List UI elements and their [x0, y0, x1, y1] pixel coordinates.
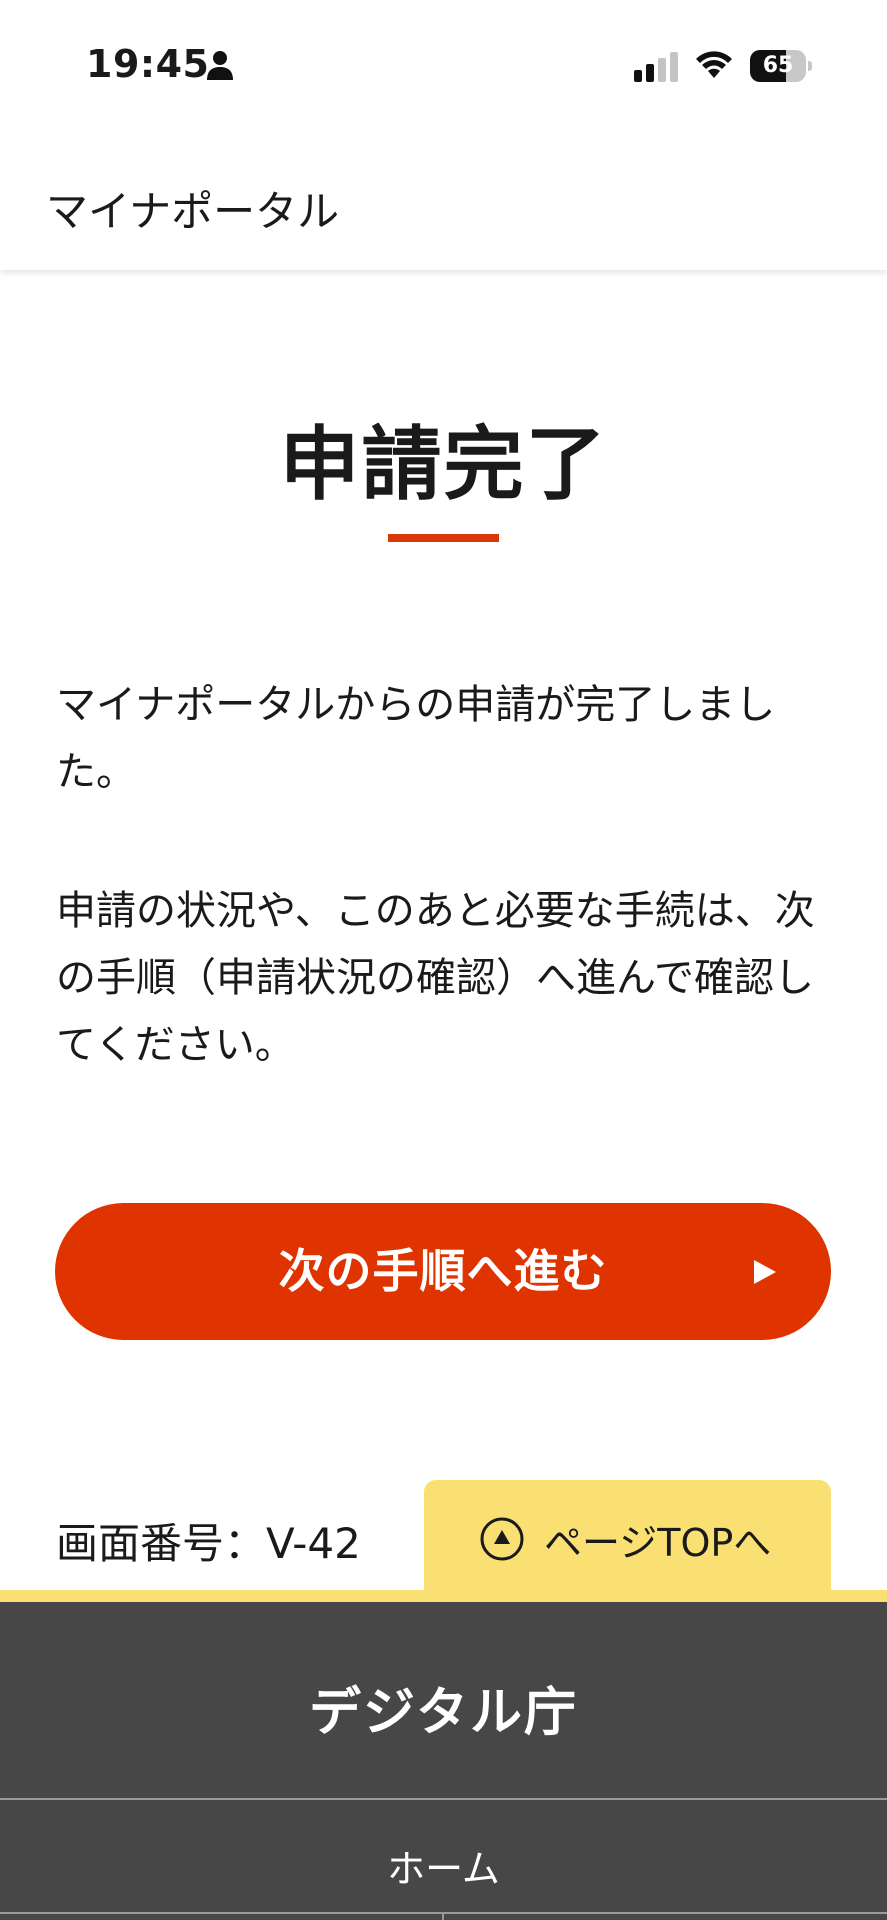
- completion-message: マイナポータルからの申請が完了しました。: [56, 682, 776, 795]
- status-bar: 19:45 65: [0, 0, 887, 130]
- title-underline: [388, 534, 499, 542]
- footer-brand-logo[interactable]: デジタル庁: [0, 1670, 887, 1745]
- page-title: 申請完了: [279, 418, 608, 511]
- person-icon: [207, 51, 233, 80]
- footer-top-border: [0, 1590, 887, 1602]
- footer-column-divider: [442, 1914, 444, 1920]
- battery-icon: 65: [750, 50, 812, 82]
- footer-divider: [0, 1798, 887, 1800]
- battery-level: 65: [762, 53, 794, 78]
- cellular-signal-icon: [634, 52, 678, 82]
- footer: デジタル庁 ホーム: [0, 1602, 887, 1920]
- page-top-label: ページTOPへ: [544, 1521, 772, 1565]
- status-time: 19:45: [86, 42, 210, 86]
- next-step-button[interactable]: 次の手順へ進む: [55, 1203, 831, 1340]
- footer-home-link[interactable]: ホーム: [0, 1838, 887, 1893]
- next-steps-message: 申請の状況や、このあと必要な手続は、次の手順（申請状況の確認）へ進んで確認してく…: [56, 888, 815, 1068]
- play-arrow-icon: [754, 1260, 776, 1284]
- app-title[interactable]: マイナポータル: [46, 178, 339, 239]
- wifi-icon: [696, 51, 732, 78]
- circle-up-arrow-icon: [480, 1517, 524, 1561]
- page-top-button[interactable]: ページTOPへ: [424, 1480, 831, 1595]
- next-step-button-label: 次の手順へ進む: [278, 1244, 608, 1298]
- screen-number: 画面番号：V-42: [56, 1519, 361, 1568]
- app-header: マイナポータル: [0, 130, 887, 270]
